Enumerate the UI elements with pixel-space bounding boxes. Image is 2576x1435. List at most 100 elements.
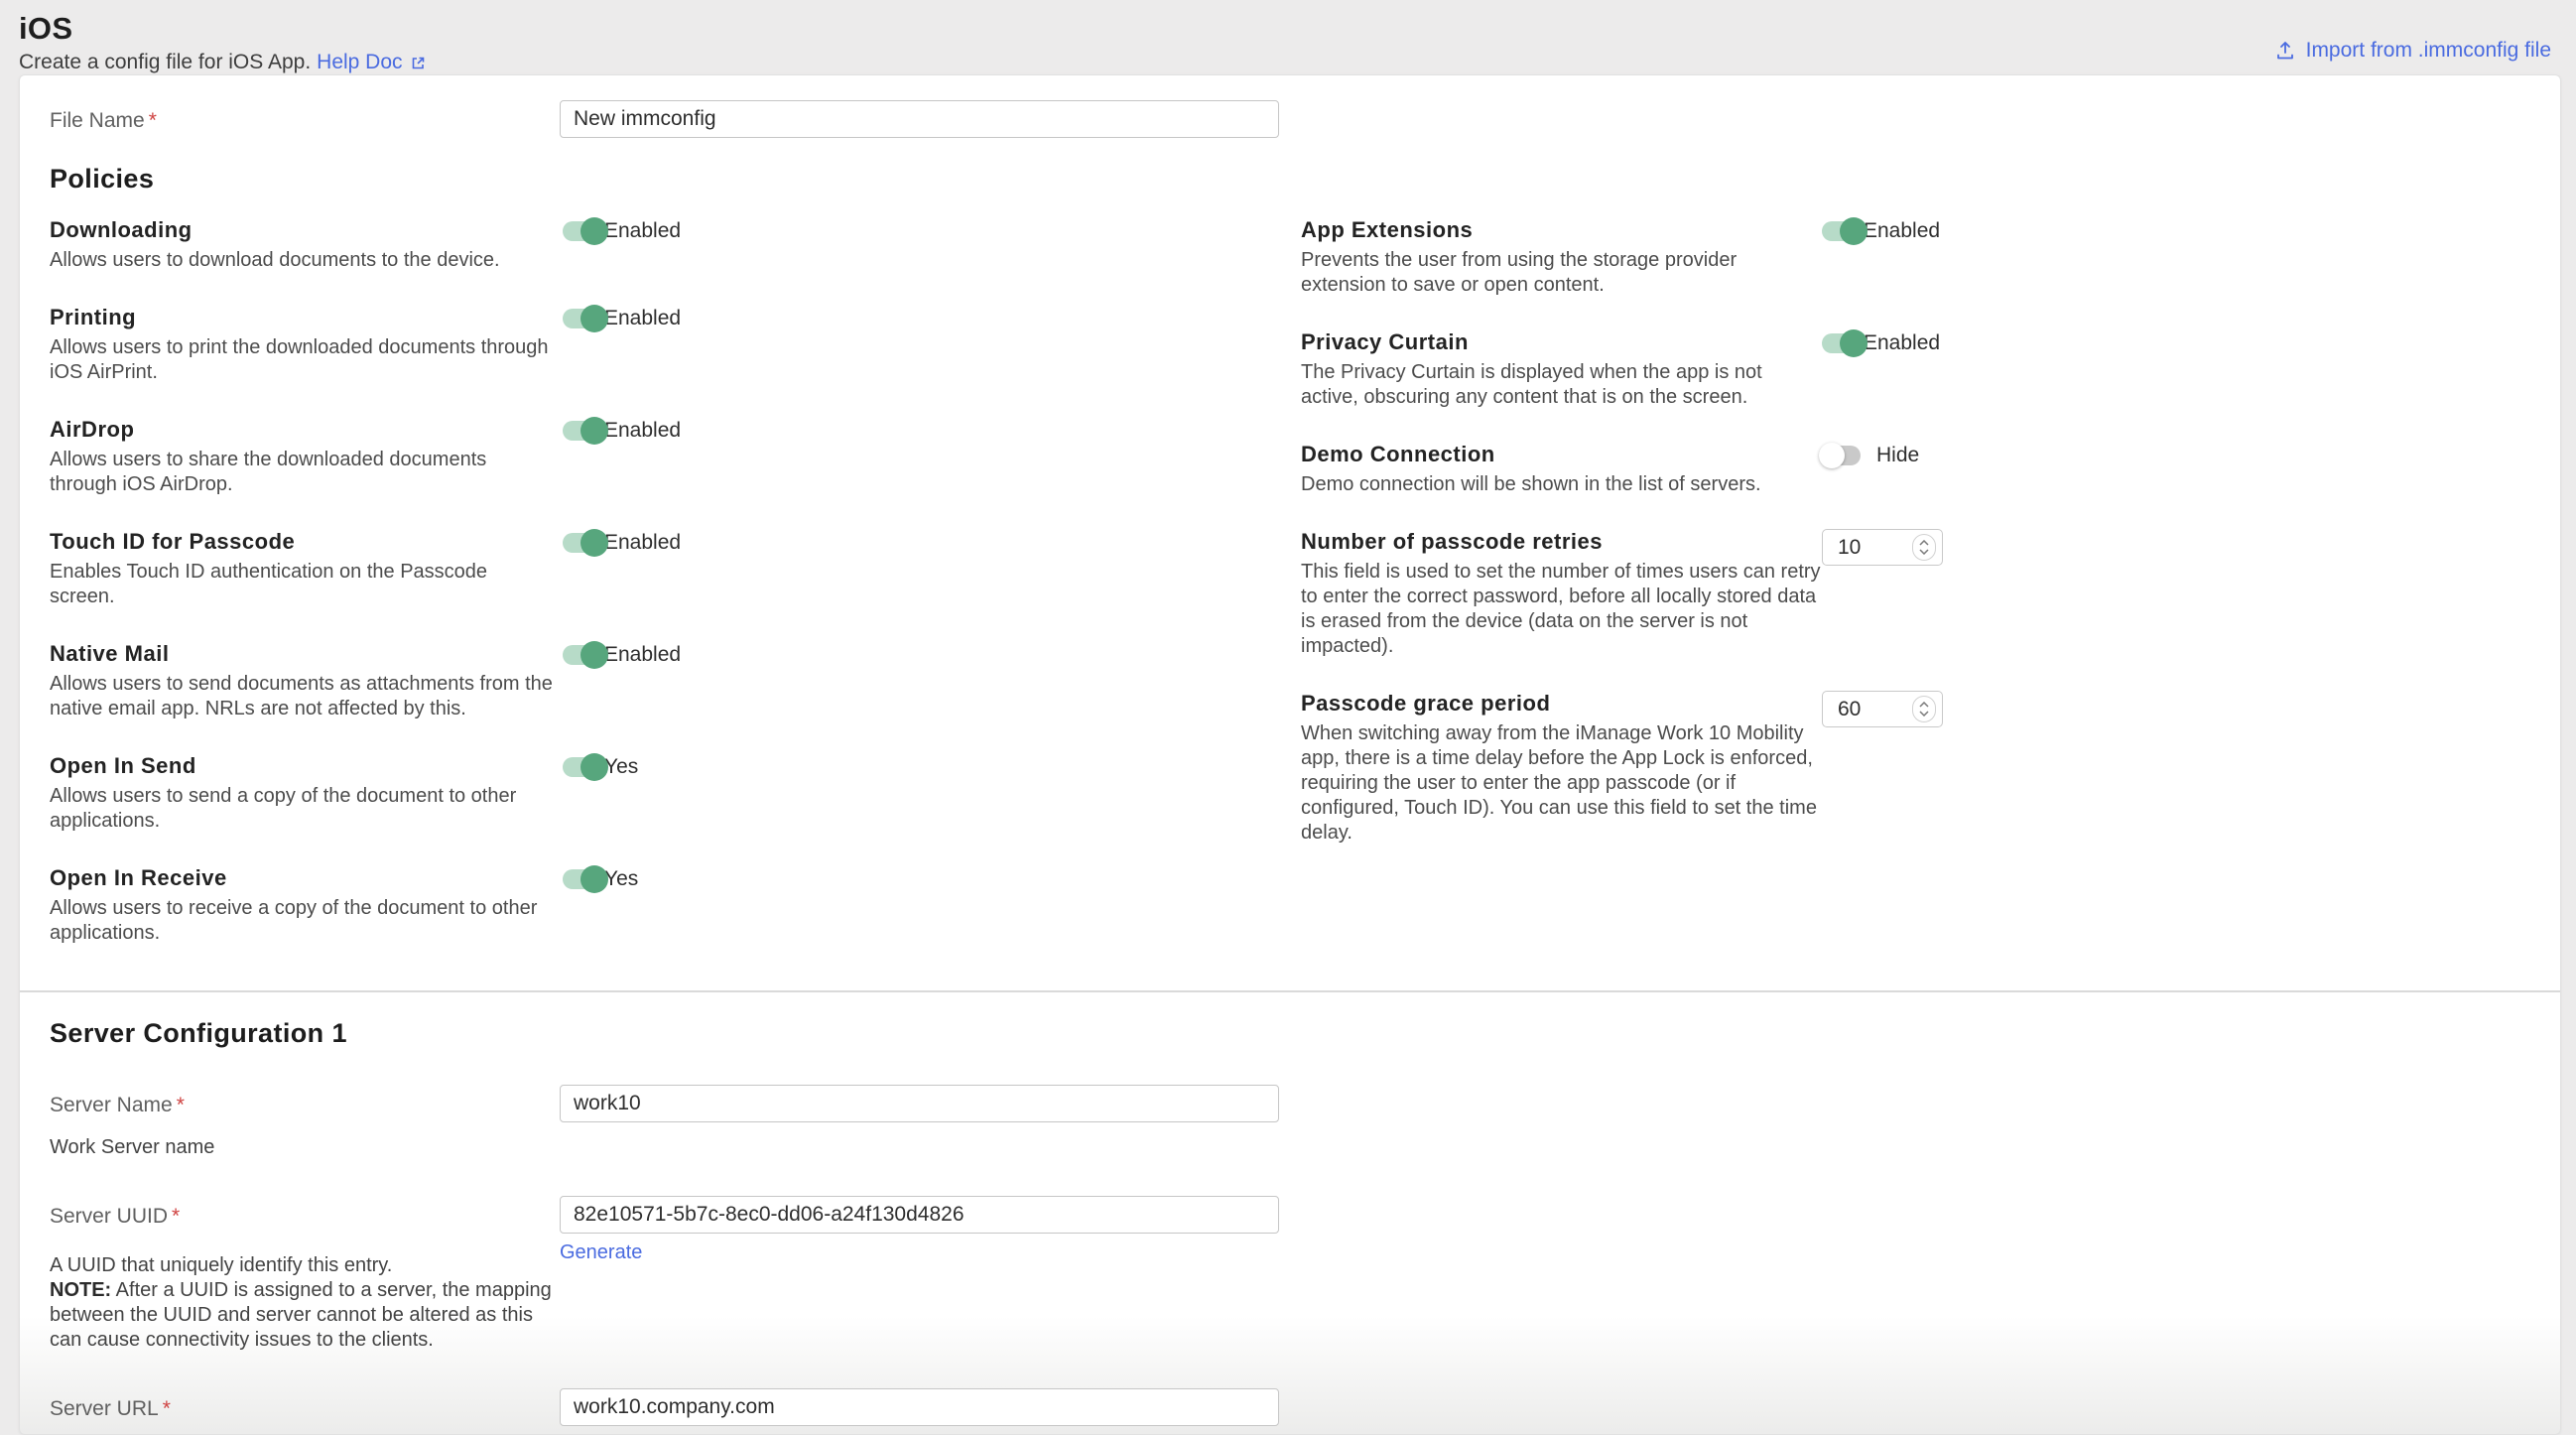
- toggle-knob: [580, 305, 608, 332]
- downloading-toggle[interactable]: [563, 221, 601, 241]
- toggle-state-label: Enabled: [604, 307, 681, 330]
- policy-title: App Extensions: [1301, 216, 1822, 243]
- policy-title: Open In Send: [50, 752, 563, 779]
- toggle-knob: [580, 641, 608, 669]
- toggle-state-label: Enabled: [604, 643, 681, 667]
- policy-item-native-mail: Native Mail Allows users to send documen…: [50, 640, 1301, 721]
- uuid-note: NOTE: After a UUID is assigned to a serv…: [50, 1278, 560, 1353]
- policy-title: AirDrop: [50, 416, 563, 443]
- help-doc-label: Help Doc: [317, 51, 402, 74]
- required-asterisk: *: [177, 1094, 185, 1116]
- server-url-row: Server URL* Work Server URL: [50, 1388, 2530, 1435]
- number-spinner[interactable]: [1912, 534, 1936, 561]
- touch-id-toggle[interactable]: [563, 533, 601, 553]
- page-subtitle: Create a config file for iOS App. Help D…: [19, 51, 2554, 74]
- policy-item-app-extensions: App Extensions Prevents the user from us…: [1301, 216, 2530, 298]
- server-name-helper: Work Server name: [50, 1135, 560, 1160]
- policy-title: Native Mail: [50, 640, 563, 667]
- policy-item-open-in-send: Open In Send Allows users to send a copy…: [50, 752, 1301, 834]
- policies-grid: Downloading Allows users to download doc…: [50, 216, 2530, 977]
- policy-desc: The Privacy Curtain is displayed when th…: [1301, 360, 1822, 410]
- toggle-state-label: Enabled: [604, 219, 681, 243]
- config-form-card: File Name* Policies Downloading Allows u…: [19, 74, 2561, 1435]
- app-extensions-toggle[interactable]: [1822, 221, 1861, 241]
- help-doc-link[interactable]: Help Doc: [317, 51, 426, 74]
- passcode-grace-value[interactable]: [1836, 697, 1912, 722]
- spinner-down-icon: [1919, 711, 1929, 717]
- toggle-state-label: Hide: [1876, 444, 1919, 467]
- page-header: iOS Create a config file for iOS App. He…: [0, 0, 2576, 74]
- policy-item-printing: Printing Allows users to print the downl…: [50, 304, 1301, 385]
- generate-uuid-link[interactable]: Generate: [560, 1241, 642, 1264]
- toggle-state-label: Enabled: [1864, 331, 1940, 355]
- passcode-retries-input[interactable]: [1822, 529, 1943, 566]
- policy-item-open-in-receive: Open In Receive Allows users to receive …: [50, 864, 1301, 946]
- open-in-send-toggle[interactable]: [563, 757, 601, 777]
- policy-desc: Demo connection will be shown in the lis…: [1301, 472, 1822, 497]
- privacy-curtain-toggle[interactable]: [1822, 333, 1861, 353]
- file-name-label: File Name*: [50, 100, 560, 138]
- policy-desc: Allows users to print the downloaded doc…: [50, 335, 554, 385]
- policy-title: Number of passcode retries: [1301, 528, 1822, 555]
- policy-desc: Allows users to send a copy of the docum…: [50, 784, 554, 834]
- file-name-row: File Name*: [50, 75, 2530, 138]
- toggle-state-label: Yes: [604, 867, 638, 891]
- toggle-state-label: Enabled: [604, 531, 681, 555]
- server-name-input[interactable]: [560, 1085, 1279, 1122]
- policy-desc: Allows users to download documents to th…: [50, 248, 554, 273]
- server-url-label: Server URL*: [50, 1388, 560, 1426]
- policy-title: Touch ID for Passcode: [50, 528, 563, 555]
- server-uuid-label: Server UUID*: [50, 1196, 560, 1234]
- toggle-state-label: Enabled: [1864, 219, 1940, 243]
- policies-left-column: Downloading Allows users to download doc…: [50, 216, 1301, 977]
- printing-toggle[interactable]: [563, 309, 601, 328]
- toggle-state-label: Yes: [604, 755, 638, 779]
- uuid-note-label: NOTE:: [50, 1279, 111, 1301]
- policy-title: Downloading: [50, 216, 563, 243]
- native-mail-toggle[interactable]: [563, 645, 601, 665]
- uuid-note-text: After a UUID is assigned to a server, th…: [50, 1279, 552, 1351]
- server-uuid-input[interactable]: [560, 1196, 1279, 1234]
- open-in-receive-toggle[interactable]: [563, 869, 601, 889]
- demo-connection-toggle[interactable]: [1822, 446, 1861, 465]
- file-name-input[interactable]: [560, 100, 1279, 138]
- toggle-knob: [1840, 329, 1868, 357]
- toggle-knob: [580, 753, 608, 781]
- policy-desc: Allows users to send documents as attach…: [50, 672, 554, 721]
- number-spinner[interactable]: [1912, 696, 1936, 722]
- policy-desc: This field is used to set the number of …: [1301, 560, 1822, 659]
- section-divider: [20, 990, 2560, 992]
- spinner-up-icon: [1919, 702, 1929, 708]
- server-uuid-helper: A UUID that uniquely identify this entry…: [50, 1253, 560, 1353]
- policy-desc: Allows users to share the downloaded doc…: [50, 448, 554, 497]
- policy-desc: When switching away from the iManage Wor…: [1301, 721, 1822, 846]
- subtitle-text: Create a config file for iOS App.: [19, 51, 311, 74]
- passcode-retries-value[interactable]: [1836, 535, 1912, 561]
- spinner-up-icon: [1919, 540, 1929, 546]
- airdrop-toggle[interactable]: [563, 421, 601, 441]
- policy-item-downloading: Downloading Allows users to download doc…: [50, 216, 1301, 273]
- page-title: iOS: [19, 11, 2554, 47]
- toggle-state-label: Enabled: [604, 419, 681, 443]
- toggle-knob: [580, 417, 608, 445]
- required-asterisk: *: [149, 109, 157, 132]
- toggle-knob: [1840, 217, 1868, 245]
- policy-item-demo-connection: Demo Connection Demo connection will be …: [1301, 441, 2530, 497]
- server-name-row: Server Name* Work Server name: [50, 1085, 2530, 1160]
- toggle-knob: [1819, 443, 1845, 468]
- spinner-down-icon: [1919, 549, 1929, 555]
- upload-icon: [2274, 40, 2296, 62]
- import-label: Import from .immconfig file: [2306, 39, 2551, 63]
- policy-title: Passcode grace period: [1301, 690, 1822, 717]
- passcode-grace-input[interactable]: [1822, 691, 1943, 727]
- policy-item-privacy-curtain: Privacy Curtain The Privacy Curtain is d…: [1301, 328, 2530, 410]
- policy-title: Printing: [50, 304, 563, 330]
- policy-desc: Allows users to receive a copy of the do…: [50, 896, 554, 946]
- import-immconfig-link[interactable]: Import from .immconfig file: [2274, 39, 2551, 63]
- required-asterisk: *: [172, 1205, 180, 1228]
- policy-item-passcode-retries: Number of passcode retries This field is…: [1301, 528, 2530, 659]
- toggle-knob: [580, 217, 608, 245]
- server-url-input[interactable]: [560, 1388, 1279, 1426]
- policies-right-column: App Extensions Prevents the user from us…: [1301, 216, 2530, 876]
- policy-title: Privacy Curtain: [1301, 328, 1822, 355]
